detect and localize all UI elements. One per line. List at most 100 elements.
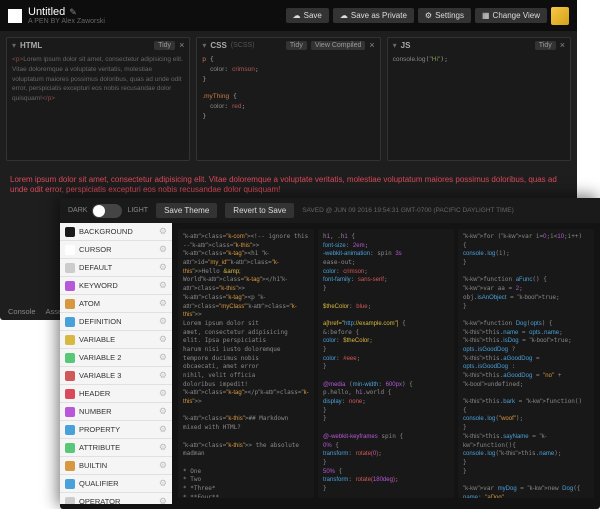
color-swatch: [65, 353, 75, 363]
gear-icon[interactable]: ⚙: [159, 298, 167, 309]
js-code[interactable]: console.log("Hi");: [388, 52, 570, 160]
html-panel: ▾ HTML Tidy × <p>Lorem ipsum dolor sit a…: [6, 37, 190, 161]
sidebar-item-qualifier[interactable]: QUALIFIER ⚙: [60, 475, 172, 493]
toggle-knob: [93, 205, 105, 217]
sidebar-item-header[interactable]: HEADER⚙: [60, 385, 172, 403]
sidebar-item-variable-2[interactable]: VARIABLE 2 ⚙: [60, 349, 172, 367]
sidebar-item-label: VARIABLE 3: [79, 371, 155, 380]
editor-panels: ▾ HTML Tidy × <p>Lorem ipsum dolor sit a…: [0, 31, 577, 167]
sidebar-item-label: NUMBER: [79, 407, 155, 416]
tidy-button[interactable]: Tidy: [154, 41, 175, 50]
pen-title: Untitled: [28, 6, 65, 18]
close-icon[interactable]: ×: [560, 40, 565, 50]
console-tab[interactable]: Console: [8, 307, 36, 316]
chevron-down-icon[interactable]: ▾: [202, 41, 206, 50]
sidebar-item-cursor[interactable]: CURSOR ⚙: [60, 241, 172, 259]
color-swatch: [65, 227, 75, 237]
sidebar-item-keyword[interactable]: KEYWORD ⚙: [60, 277, 172, 295]
sidebar-item-atom[interactable]: ATOM ⚙: [60, 295, 172, 313]
gear-icon[interactable]: ⚙: [159, 406, 167, 417]
codepen-logo-icon: [8, 9, 22, 23]
sidebar-item-label: PROPERTY: [79, 425, 155, 434]
gear-icon[interactable]: ⚙: [159, 352, 167, 363]
save-private-button[interactable]: ☁Save as Private: [333, 8, 414, 23]
sidebar-item-attribute[interactable]: ATTRIBUTE ⚙: [60, 439, 172, 457]
gear-icon[interactable]: ⚙: [159, 424, 167, 435]
sidebar-item-label: BUILTIN: [79, 461, 155, 470]
gear-icon[interactable]: ⚙: [159, 370, 167, 381]
settings-button[interactable]: ⚙Settings: [418, 8, 471, 23]
editor-header: Untitled ✎ A PEN BY Alex Zaworski ☁Save …: [0, 0, 577, 31]
sidebar-item-variable[interactable]: VARIABLE⚙: [60, 331, 172, 349]
css-code[interactable]: p { color: crimson; } .myThing { color: …: [197, 52, 379, 160]
save-button[interactable]: ☁Save: [286, 8, 329, 23]
sidebar-item-label: CURSOR: [79, 245, 155, 254]
gear-icon[interactable]: ⚙: [159, 388, 167, 399]
tidy-button[interactable]: Tidy: [535, 41, 556, 50]
gear-icon[interactable]: ⚙: [159, 226, 167, 237]
color-swatch: [65, 335, 75, 345]
saved-timestamp: SAVED @ JUN 09 2016 19:54:31 GMT-0700 (P…: [302, 207, 514, 214]
sidebar-item-label: KEYWORD: [79, 281, 155, 290]
sidebar-item-label: DEFAULT: [79, 263, 155, 272]
theme-editor-window: DARK LIGHT Save Theme Revert to Save SAV…: [60, 198, 600, 509]
gear-icon[interactable]: ⚙: [159, 496, 167, 504]
revert-button[interactable]: Revert to Save: [225, 203, 294, 218]
change-view-button[interactable]: ▦Change View: [475, 8, 547, 23]
dark-light-toggle[interactable]: DARK LIGHT: [68, 204, 148, 218]
title-block: Untitled ✎ A PEN BY Alex Zaworski: [28, 6, 105, 25]
color-swatch: [65, 371, 75, 381]
sidebar-item-number[interactable]: NUMBER ⚙: [60, 403, 172, 421]
chevron-down-icon[interactable]: ▾: [393, 41, 397, 50]
sidebar-item-property[interactable]: PROPERTY ⚙: [60, 421, 172, 439]
color-swatch: [65, 389, 75, 399]
gear-icon: ⚙: [425, 11, 432, 20]
layout-icon: ▦: [482, 11, 490, 20]
gear-icon[interactable]: ⚙: [159, 442, 167, 453]
panel-title: CSS: [210, 41, 226, 50]
theme-body: BACKGROUND⚙CURSOR⚙DEFAULT⚙KEYWORD⚙ATOM⚙D…: [60, 223, 600, 504]
color-swatch: [65, 317, 75, 327]
sidebar-item-default[interactable]: DEFAULT ⚙: [60, 259, 172, 277]
gear-icon[interactable]: ⚙: [159, 334, 167, 345]
gear-icon[interactable]: ⚙: [159, 280, 167, 291]
toggle-track[interactable]: [92, 204, 122, 218]
color-swatch: [65, 245, 75, 255]
sidebar-item-builtin[interactable]: BUILTIN ⚙: [60, 457, 172, 475]
gear-icon[interactable]: ⚙: [159, 478, 167, 489]
sidebar-item-label: BACKGROUND: [79, 227, 155, 236]
gear-icon[interactable]: ⚙: [159, 244, 167, 255]
cloud-icon: ☁: [340, 11, 348, 20]
sidebar-item-label: ATTRIBUTE: [79, 443, 155, 452]
color-swatch: [65, 461, 75, 471]
pro-badge[interactable]: [551, 7, 569, 25]
html-code[interactable]: <p>Lorem ipsum dolor sit amet, consectet…: [7, 52, 189, 160]
view-compiled-button[interactable]: View Compiled: [311, 41, 366, 50]
sidebar-item-label: ATOM: [79, 299, 155, 308]
panel-title: JS: [401, 41, 411, 50]
css-panel: ▾ CSS (SCSS) Tidy View Compiled × p { co…: [196, 37, 380, 161]
tidy-button[interactable]: Tidy: [286, 41, 307, 50]
sidebar-item-background[interactable]: BACKGROUND ⚙: [60, 223, 172, 241]
color-swatch: [65, 263, 75, 273]
sidebar-item-operator[interactable]: OPERATOR⚙: [60, 493, 172, 504]
save-theme-button[interactable]: Save Theme: [156, 203, 217, 218]
sidebar-item-definition[interactable]: DEFINITION⚙: [60, 313, 172, 331]
color-swatch: [65, 443, 75, 453]
gear-icon[interactable]: ⚙: [159, 262, 167, 273]
close-icon[interactable]: ×: [179, 40, 184, 50]
sidebar-item-label: VARIABLE 2: [79, 353, 155, 362]
chevron-down-icon[interactable]: ▾: [12, 41, 16, 50]
preview-col-js: "k-kw">for ("k-kw">var i=0;i<10;i++) { c…: [458, 229, 594, 498]
gear-icon[interactable]: ⚙: [159, 460, 167, 471]
color-swatch: [65, 299, 75, 309]
color-swatch: [65, 497, 75, 505]
sidebar-item-variable-3[interactable]: VARIABLE 3 ⚙: [60, 367, 172, 385]
sidebar-item-label: QUALIFIER: [79, 479, 155, 488]
edit-title-icon[interactable]: ✎: [69, 7, 77, 18]
theme-toolbar: DARK LIGHT Save Theme Revert to Save SAV…: [60, 198, 600, 223]
close-icon[interactable]: ×: [369, 40, 374, 50]
header-toolbar: ☁Save ☁Save as Private ⚙Settings ▦Change…: [286, 7, 569, 25]
gear-icon[interactable]: ⚙: [159, 316, 167, 327]
pen-author: A PEN BY Alex Zaworski: [28, 18, 105, 25]
